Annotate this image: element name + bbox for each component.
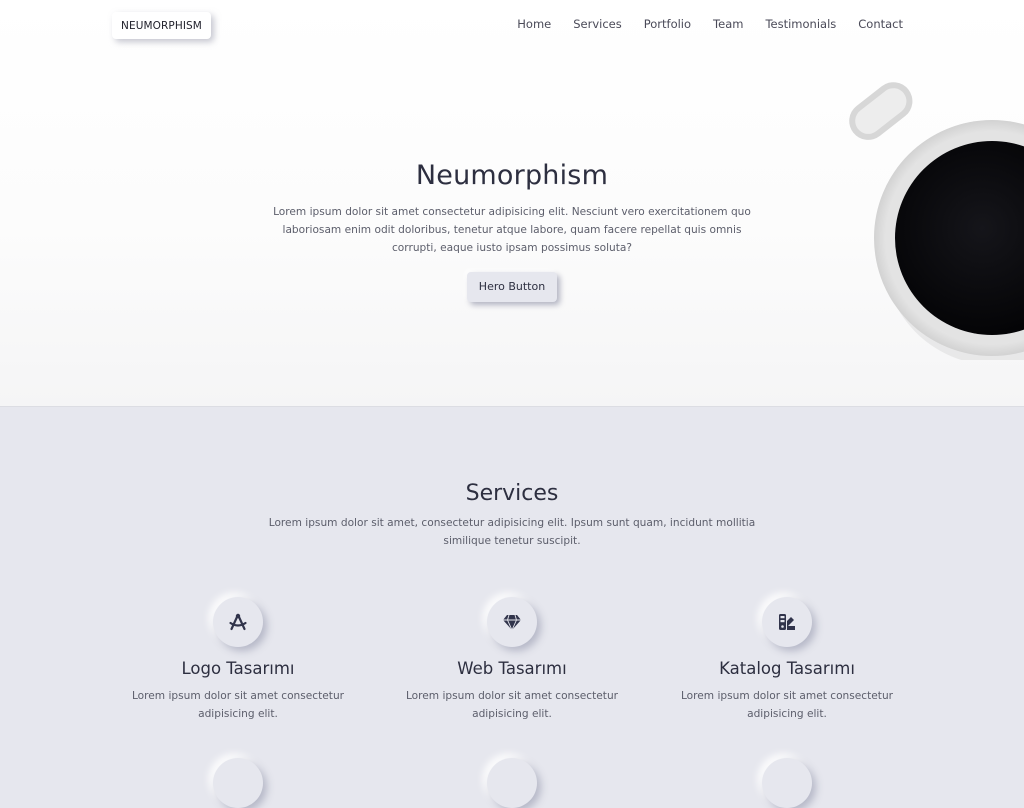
hero-section: NEUMORPHISM Home Services Portfolio Team… <box>0 0 1024 407</box>
services-title: Services <box>465 481 559 506</box>
service-title: Logo Tasarımı <box>181 659 295 678</box>
hero-title: Neumorphism <box>415 160 609 191</box>
brand-logo[interactable]: NEUMORPHISM <box>112 12 211 39</box>
hero-content: Neumorphism Lorem ipsum dolor sit amet c… <box>262 160 762 302</box>
service-icon-partial <box>213 758 263 808</box>
service-description: Lorem ipsum dolor sit amet consectetur a… <box>405 690 619 720</box>
nav-link-services[interactable]: Services <box>573 17 622 31</box>
service-card-logo: Logo Tasarımı Lorem ipsum dolor sit amet… <box>118 597 358 723</box>
gem-icon <box>487 597 537 647</box>
nav-link-testimonials[interactable]: Testimonials <box>765 17 836 31</box>
service-icon-partial <box>762 758 812 808</box>
nav-links: Home Services Portfolio Team Testimonial… <box>495 17 903 31</box>
services-section: Services Lorem ipsum dolor sit amet, con… <box>0 407 1024 808</box>
service-description: Lorem ipsum dolor sit amet consectetur a… <box>680 690 894 720</box>
nav-link-home[interactable]: Home <box>517 17 551 31</box>
coffee-cup-image <box>849 82 1024 360</box>
swatchbook-icon <box>762 597 812 647</box>
navbar: NEUMORPHISM Home Services Portfolio Team… <box>0 0 1024 50</box>
service-card-web: Web Tasarımı Lorem ipsum dolor sit amet … <box>392 597 632 723</box>
nav-link-contact[interactable]: Contact <box>858 17 903 31</box>
service-title: Web Tasarımı <box>457 659 567 678</box>
services-description: Lorem ipsum dolor sit amet, consectetur … <box>268 517 756 547</box>
service-icon-partial <box>487 758 537 808</box>
service-description: Lorem ipsum dolor sit amet consectetur a… <box>131 690 345 720</box>
nav-link-portfolio[interactable]: Portfolio <box>644 17 691 31</box>
nav-link-team[interactable]: Team <box>713 17 743 31</box>
hero-description: Lorem ipsum dolor sit amet consectetur a… <box>273 206 751 254</box>
service-title: Katalog Tasarımı <box>719 659 855 678</box>
drafting-compass-icon <box>213 597 263 647</box>
service-card-catalog: Katalog Tasarımı Lorem ipsum dolor sit a… <box>667 597 907 723</box>
hero-button[interactable]: Hero Button <box>467 272 557 302</box>
